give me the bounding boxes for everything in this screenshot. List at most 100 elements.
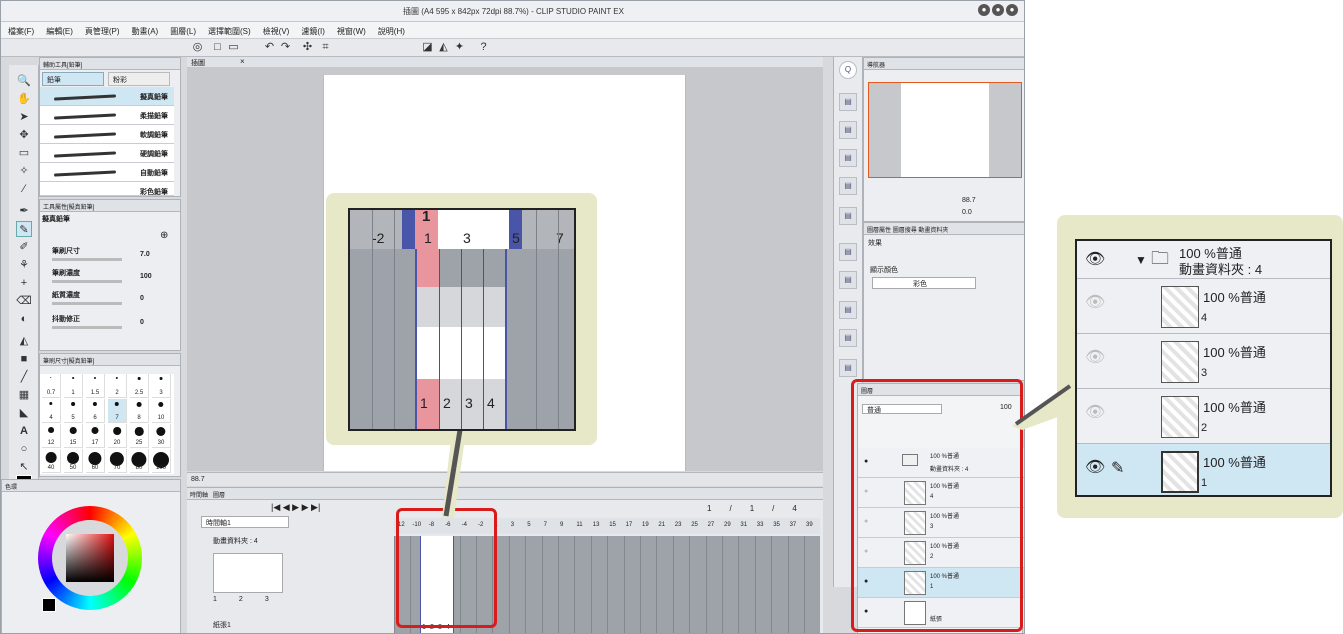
- decoration-icon[interactable]: +: [16, 275, 32, 291]
- tab-animation-folder[interactable]: 動畫資料夾: [918, 228, 948, 234]
- menu-edit[interactable]: 編輯(E): [39, 22, 78, 38]
- eye-icon[interactable]: 👁: [1085, 349, 1105, 367]
- brush-tool-icon[interactable]: ✐: [16, 239, 32, 255]
- selection-tool-icon[interactable]: ▭: [16, 145, 32, 161]
- new-file-icon[interactable]: □: [211, 41, 224, 54]
- brush-item-hard[interactable]: 硬調鉛筆: [40, 144, 174, 163]
- brush-preview-zoom-icon[interactable]: ⊕: [160, 230, 168, 241]
- pin-icon[interactable]: ✦: [453, 41, 466, 54]
- prop-stabilization[interactable]: 抖動修正 0: [40, 312, 174, 334]
- menu-window[interactable]: 視窗(W): [330, 22, 371, 38]
- brush-size-cell[interactable]: 70: [108, 449, 127, 473]
- material-icon[interactable]: ▤: [839, 177, 857, 195]
- gradient-icon[interactable]: ■: [16, 351, 32, 367]
- brush-size-cell[interactable]: 25: [130, 424, 149, 448]
- brush-size-cell[interactable]: 8: [130, 399, 149, 423]
- menu-filter[interactable]: 濾鏡(I): [294, 22, 330, 38]
- brush-item-auto[interactable]: 自動鉛筆: [40, 163, 174, 182]
- zoom-tool-icon[interactable]: 🔍: [16, 73, 32, 89]
- correct-line-icon[interactable]: ↖: [16, 459, 32, 475]
- brush-size-cell[interactable]: 4: [42, 399, 61, 423]
- layer-row-3[interactable]: 👁 100 %普通 3: [1077, 334, 1330, 389]
- ruler-tool-icon[interactable]: ◣: [16, 405, 32, 421]
- menu-view[interactable]: 檢視(V): [256, 22, 295, 38]
- material-icon[interactable]: ▤: [839, 271, 857, 289]
- material-icon[interactable]: ▤: [839, 149, 857, 167]
- brush-size-cell[interactable]: 2.5: [130, 374, 149, 398]
- brush-size-cell[interactable]: 7: [108, 399, 127, 423]
- color-square[interactable]: [66, 534, 114, 582]
- frame-tool-icon[interactable]: ▦: [16, 387, 32, 403]
- brush-size-cell[interactable]: 30: [152, 424, 171, 448]
- brush-size-cell[interactable]: 50: [64, 449, 83, 473]
- brush-size-cell[interactable]: 5: [64, 399, 83, 423]
- menu-file[interactable]: 檔案(F): [1, 22, 39, 38]
- hand-tool-icon[interactable]: ✋: [16, 91, 32, 107]
- tab-timeline[interactable]: 時間軸: [190, 493, 208, 499]
- brush-size-cell[interactable]: 80: [130, 449, 149, 473]
- main-color-swatch[interactable]: [42, 598, 56, 612]
- tab-layer[interactable]: 圖層: [213, 493, 225, 499]
- brush-size-cell[interactable]: 6: [86, 399, 105, 423]
- redo-icon[interactable]: ↷: [279, 41, 292, 54]
- material-icon[interactable]: ▤: [839, 121, 857, 139]
- pencil-tool-icon[interactable]: ✎: [16, 221, 32, 237]
- balloon-tool-icon[interactable]: ○: [16, 441, 32, 457]
- fill-tool-icon[interactable]: ◭: [16, 333, 32, 349]
- brush-size-cell[interactable]: 10: [152, 399, 171, 423]
- playback-controls[interactable]: |◀ ◀ ▶ ▶ ▶|: [271, 502, 320, 513]
- magic-wand-icon[interactable]: ✧: [16, 163, 32, 179]
- close-tab-icon[interactable]: ×: [240, 57, 245, 66]
- brush-size-cell[interactable]: 17: [86, 424, 105, 448]
- undo-icon[interactable]: ↶: [263, 41, 276, 54]
- menu-layer[interactable]: 圖層(L): [163, 22, 201, 38]
- eye-icon[interactable]: 👁: [1085, 459, 1105, 477]
- close-icon[interactable]: ●: [1006, 4, 1018, 16]
- cel-block[interactable]: 1 2 3 4: [415, 249, 507, 429]
- brush-size-cell[interactable]: 1.5: [86, 374, 105, 398]
- snap-special-icon[interactable]: ◭: [437, 41, 450, 54]
- help-icon[interactable]: ?: [477, 41, 490, 54]
- brush-size-cell[interactable]: 40: [42, 449, 61, 473]
- pen-tool-icon[interactable]: ✒: [16, 203, 32, 219]
- prop-brush-size[interactable]: 筆刷尺寸 7.0: [40, 244, 174, 266]
- slider-track[interactable]: [52, 302, 122, 305]
- transform-icon[interactable]: ✣: [301, 41, 314, 54]
- snap-ruler-icon[interactable]: ◪: [421, 41, 434, 54]
- figure-tool-icon[interactable]: ╱: [16, 369, 32, 385]
- eye-icon[interactable]: 👁: [1085, 404, 1105, 422]
- eye-icon[interactable]: 👁: [1085, 294, 1105, 312]
- layer-row-2[interactable]: 👁 100 %普通 2: [1077, 389, 1330, 444]
- slider-track[interactable]: [52, 280, 122, 283]
- color-wheel[interactable]: [38, 506, 142, 610]
- eraser-icon[interactable]: ⌫: [16, 293, 32, 309]
- subtool-tab-pencil[interactable]: 鉛筆: [42, 72, 104, 86]
- prop-brush-density[interactable]: 筆刷濃度 100: [40, 266, 174, 288]
- minimize-icon[interactable]: ●: [978, 4, 990, 16]
- material-icon[interactable]: ▤: [839, 301, 857, 319]
- material-icon[interactable]: ▤: [839, 243, 857, 261]
- brush-size-cell[interactable]: 15: [64, 424, 83, 448]
- brush-size-cell[interactable]: 100: [152, 449, 171, 473]
- slider-track[interactable]: [52, 258, 122, 261]
- material-icon[interactable]: ▤: [839, 329, 857, 347]
- slider-track[interactable]: [52, 326, 122, 329]
- brush-item-soft[interactable]: 柔描鉛筆: [40, 106, 174, 125]
- brush-size-cell[interactable]: 60: [86, 449, 105, 473]
- maximize-icon[interactable]: ●: [992, 4, 1004, 16]
- expand-arrow-icon[interactable]: ▼: [1135, 253, 1147, 267]
- prop-paper-density[interactable]: 紙質濃度 0: [40, 288, 174, 310]
- layer-folder-row[interactable]: 👁 ▼ 🗀 100 %普通 動畫資料夾 : 4: [1077, 241, 1330, 279]
- brush-size-cell[interactable]: 20: [108, 424, 127, 448]
- eye-icon[interactable]: 👁: [1085, 251, 1105, 269]
- menu-help[interactable]: 說明(H): [371, 22, 410, 38]
- menu-animation[interactable]: 動畫(A): [125, 22, 164, 38]
- brush-size-cell[interactable]: 12: [42, 424, 61, 448]
- brush-size-cell[interactable]: 3: [152, 374, 171, 398]
- move-layer-icon[interactable]: ✥: [16, 127, 32, 143]
- material-icon[interactable]: ▤: [839, 93, 857, 111]
- brush-item-color[interactable]: 彩色鉛筆: [40, 182, 174, 196]
- subtool-tab-pastel[interactable]: 粉彩: [108, 72, 170, 86]
- material-icon[interactable]: ▤: [839, 359, 857, 377]
- tab-layer-property[interactable]: 圖層屬性: [867, 228, 891, 234]
